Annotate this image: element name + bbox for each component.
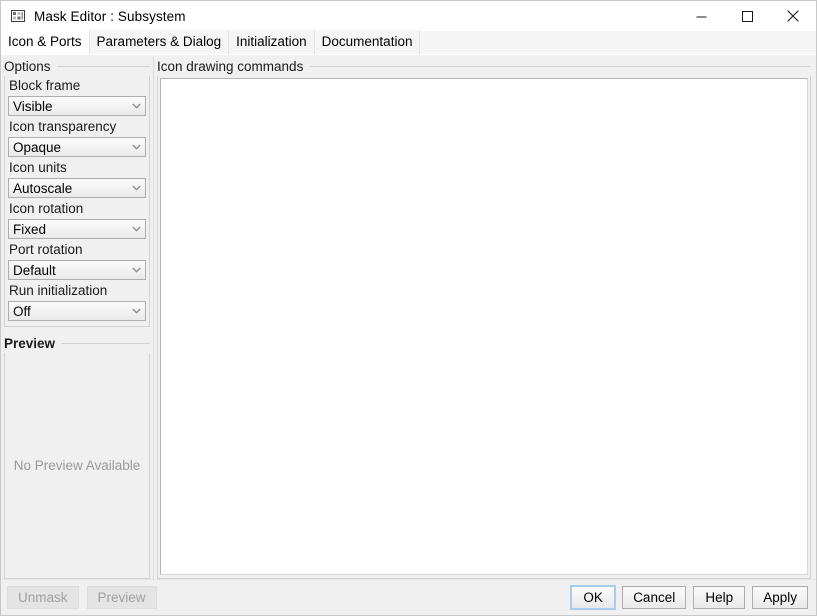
tab-bar: Icon & Ports Parameters & Dialog Initial… bbox=[1, 30, 816, 55]
group-divider bbox=[56, 66, 150, 67]
tab-initialization[interactable]: Initialization bbox=[229, 30, 315, 54]
help-button[interactable]: Help bbox=[693, 586, 746, 609]
minimize-button[interactable] bbox=[678, 1, 724, 31]
pane-splitter[interactable] bbox=[150, 57, 157, 579]
preview-group-title: Preview bbox=[4, 336, 56, 351]
tab-label: Initialization bbox=[236, 34, 307, 49]
window-controls bbox=[678, 1, 816, 31]
run-initialization-value: Off bbox=[13, 303, 31, 319]
tab-documentation[interactable]: Documentation bbox=[314, 30, 421, 54]
maximize-button[interactable] bbox=[724, 1, 770, 31]
preview-button[interactable]: Preview bbox=[86, 586, 157, 609]
minimize-icon bbox=[696, 16, 706, 17]
ok-button[interactable]: OK bbox=[570, 585, 617, 610]
tab-label: Icon & Ports bbox=[8, 34, 82, 49]
run-initialization-dropdown[interactable]: Off bbox=[8, 301, 146, 321]
chevron-down-icon bbox=[127, 185, 145, 191]
options-group: Options Block frame Visible Icon transpa… bbox=[4, 57, 150, 327]
tab-label: Documentation bbox=[321, 34, 413, 49]
options-group-header: Options bbox=[4, 57, 150, 76]
port-rotation-label: Port rotation bbox=[9, 242, 83, 257]
icon-units-value: Autoscale bbox=[13, 180, 73, 196]
group-divider bbox=[61, 343, 150, 344]
icon-rotation-label: Icon rotation bbox=[9, 201, 84, 216]
icon-units-label: Icon units bbox=[9, 160, 67, 175]
block-frame-dropdown[interactable]: Visible bbox=[8, 96, 146, 116]
unmask-button[interactable]: Unmask bbox=[7, 586, 79, 609]
icon-rotation-dropdown[interactable]: Fixed bbox=[8, 219, 146, 239]
left-pane: Options Block frame Visible Icon transpa… bbox=[4, 57, 150, 579]
options-group-title: Options bbox=[4, 59, 51, 74]
bottom-button-bar: Unmask Preview OK Cancel Help Apply bbox=[1, 579, 816, 615]
icon-transparency-value: Opaque bbox=[13, 139, 62, 155]
left-button-group: Unmask Preview bbox=[7, 586, 157, 609]
mask-editor-window: Mask Editor : Subsystem Icon & Ports Par… bbox=[0, 0, 817, 616]
icon-transparency-label: Icon transparency bbox=[9, 119, 117, 134]
tab-parameters-and-dialog[interactable]: Parameters & Dialog bbox=[89, 30, 230, 54]
group-divider bbox=[309, 66, 811, 67]
icon-drawing-commands-title: Icon drawing commands bbox=[157, 59, 304, 74]
chevron-down-icon bbox=[127, 226, 145, 232]
apply-button[interactable]: Apply bbox=[752, 586, 808, 609]
right-button-group: OK Cancel Help Apply bbox=[570, 585, 808, 610]
cancel-button[interactable]: Cancel bbox=[622, 586, 687, 609]
tab-label: Parameters & Dialog bbox=[96, 34, 222, 49]
preview-group-header: Preview bbox=[4, 334, 150, 353]
run-initialization-label: Run initialization bbox=[9, 283, 108, 298]
icon-drawing-commands-editor[interactable] bbox=[160, 78, 808, 575]
content-area: Options Block frame Visible Icon transpa… bbox=[1, 55, 816, 579]
icon-transparency-dropdown[interactable]: Opaque bbox=[8, 137, 146, 157]
block-frame-label: Block frame bbox=[9, 78, 81, 93]
icon-drawing-commands-header: Icon drawing commands bbox=[157, 57, 811, 76]
tab-icon-and-ports[interactable]: Icon & Ports bbox=[1, 30, 90, 54]
close-button[interactable] bbox=[770, 1, 816, 31]
maximize-icon bbox=[741, 10, 753, 22]
close-icon bbox=[787, 10, 799, 22]
chevron-down-icon bbox=[127, 144, 145, 150]
preview-area: No Preview Available bbox=[4, 353, 150, 579]
preview-empty-text: No Preview Available bbox=[13, 458, 141, 473]
title-bar: Mask Editor : Subsystem bbox=[1, 1, 816, 31]
icon-rotation-value: Fixed bbox=[13, 221, 47, 237]
window-title: Mask Editor : Subsystem bbox=[34, 8, 186, 24]
preview-group: Preview No Preview Available bbox=[4, 334, 150, 579]
chevron-down-icon bbox=[127, 267, 145, 273]
port-rotation-dropdown[interactable]: Default bbox=[8, 260, 146, 280]
chevron-down-icon bbox=[127, 103, 145, 109]
icon-drawing-commands-body bbox=[157, 76, 811, 579]
chevron-down-icon bbox=[127, 308, 145, 314]
options-group-body: Block frame Visible Icon transparency Op… bbox=[4, 76, 150, 327]
icon-units-dropdown[interactable]: Autoscale bbox=[8, 178, 146, 198]
right-pane: Icon drawing commands bbox=[157, 57, 813, 579]
block-frame-value: Visible bbox=[13, 98, 53, 114]
port-rotation-value: Default bbox=[13, 262, 56, 278]
mask-editor-icon bbox=[11, 10, 25, 22]
